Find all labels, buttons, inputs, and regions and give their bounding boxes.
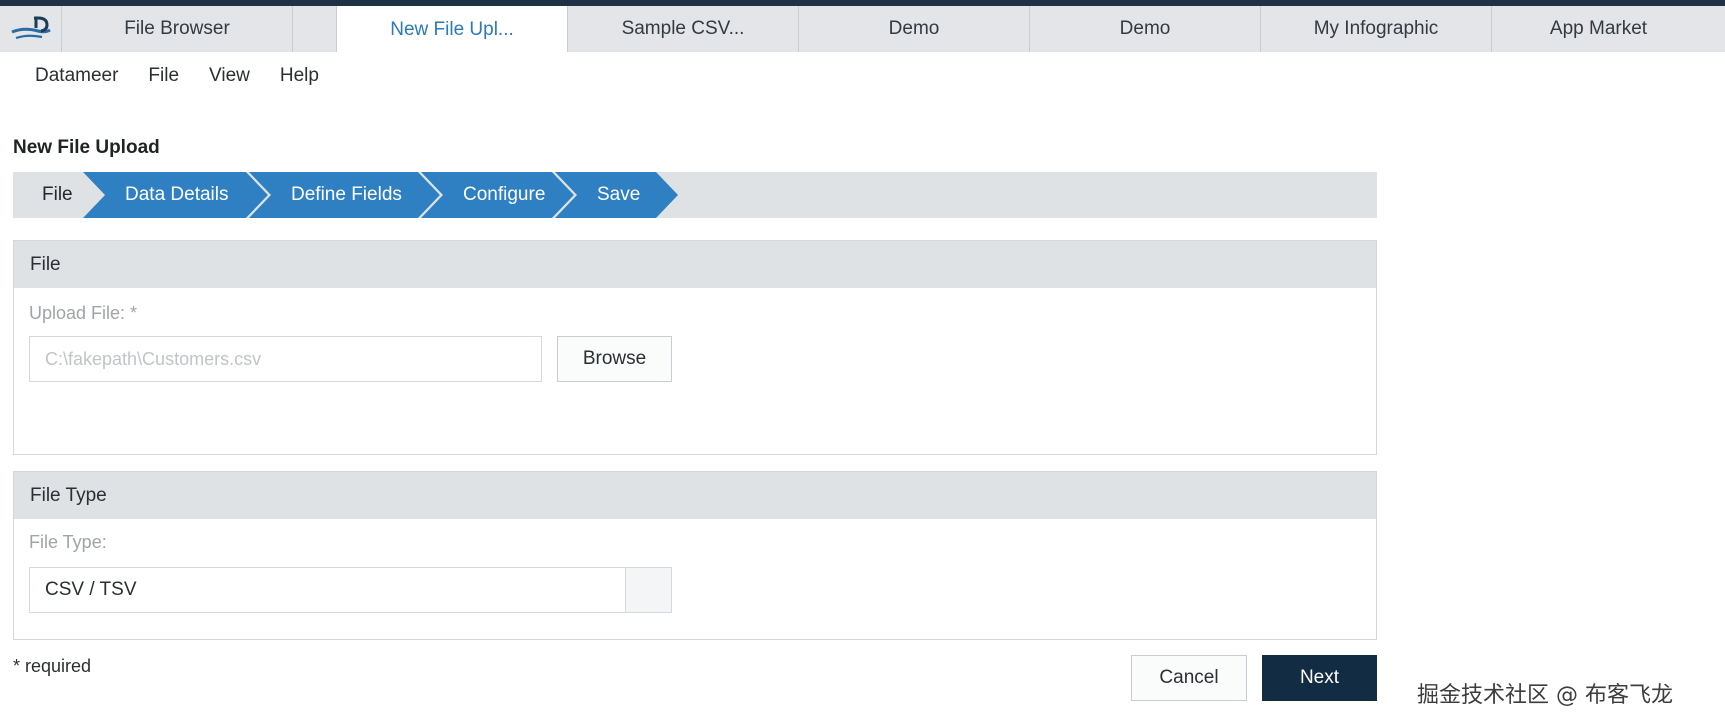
upload-file-label: Upload File: * [29,303,138,323]
file-type-panel: File Type File Type: CSV / TSV [13,471,1377,640]
app-tab-bar: File Browser New File Upl... Sample CSV.… [0,0,1725,53]
wizard-step-configure[interactable]: Configure [421,172,574,218]
file-type-value: CSV / TSV [45,579,137,600]
tab-my-infographic[interactable]: My Infographic [1261,6,1492,52]
watermark-text: 掘金技术社区 @ 布客飞龙 [1417,683,1673,708]
tab-demo-1[interactable]: Demo [799,6,1030,52]
page-title: New File Upload [13,137,160,158]
file-type-select[interactable]: CSV / TSV [29,567,672,613]
upload-file-input[interactable]: C:\fakepath\Customers.csv [29,336,542,382]
tab-sample-csv[interactable]: Sample CSV... [568,6,799,52]
dropdown-arrow-icon[interactable] [625,568,671,612]
datameer-logo-icon[interactable] [0,6,62,52]
menu-help[interactable]: Help [280,65,319,87]
cancel-button[interactable]: Cancel [1131,655,1247,701]
tab-demo-2[interactable]: Demo [1030,6,1261,52]
menu-datameer[interactable]: Datameer [35,65,118,87]
menu-view[interactable]: View [209,65,250,87]
browse-button[interactable]: Browse [557,336,672,382]
wizard-step-define-fields[interactable]: Define Fields [249,172,440,218]
wizard-step-data-details[interactable]: Data Details [83,172,268,218]
tab-file-browser[interactable]: File Browser [62,6,293,52]
menu-bar: Datameer File View Help [0,52,1725,100]
wizard-steps: File Data Details Define Fields Configur… [13,172,1377,218]
required-note: * required [13,656,92,676]
file-panel: File Upload File: * C:\fakepath\Customer… [13,240,1377,455]
next-button[interactable]: Next [1262,655,1377,701]
file-panel-header: File [14,241,1376,288]
menu-file[interactable]: File [148,65,179,87]
tab-app-market[interactable]: App Market [1492,6,1705,52]
file-type-panel-header: File Type [14,472,1376,519]
tab-spacer [293,6,337,52]
tab-new-file-upload[interactable]: New File Upl... [337,6,568,53]
file-type-label: File Type: [29,532,107,552]
